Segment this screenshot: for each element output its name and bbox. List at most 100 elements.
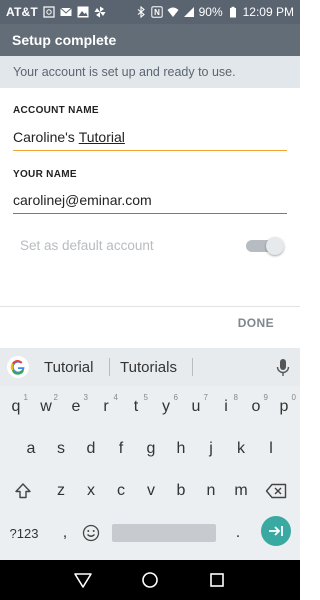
key-u[interactable]: u7 — [181, 392, 211, 422]
bluetooth-icon — [135, 6, 147, 18]
emoji-icon — [82, 524, 100, 542]
battery-percent: 90% — [198, 5, 223, 19]
back-nav-button[interactable] — [72, 569, 94, 591]
key-label: o — [251, 398, 261, 415]
default-account-toggle[interactable] — [244, 235, 286, 255]
mail-icon — [60, 6, 72, 18]
key-hint: 1 — [23, 393, 28, 402]
your-name-input[interactable]: carolinej@eminar.com — [13, 190, 287, 214]
key-b[interactable]: b — [166, 476, 196, 506]
key-f[interactable]: f — [106, 434, 136, 464]
wifi-icon — [167, 6, 179, 18]
banner-text: Your account is set up and ready to use. — [13, 65, 236, 79]
key-hint: 4 — [113, 393, 118, 402]
signal-icon — [183, 6, 195, 18]
key-label: x — [87, 482, 95, 499]
key-label: b — [176, 482, 186, 499]
key-e[interactable]: e3 — [61, 392, 91, 422]
backspace-key[interactable] — [261, 476, 291, 506]
nfc-icon: N — [150, 6, 163, 18]
key-a[interactable]: a — [16, 434, 46, 464]
navigation-bar — [0, 560, 300, 600]
key-label: m — [234, 482, 248, 499]
key-label: j — [209, 440, 213, 457]
key-label: n — [206, 482, 216, 499]
default-account-row[interactable]: Set as default account — [20, 233, 286, 257]
key-r[interactable]: r4 — [91, 392, 121, 422]
page-title: Setup complete — [12, 32, 117, 48]
google-logo-icon[interactable] — [7, 356, 29, 378]
key-c[interactable]: c — [106, 476, 136, 506]
key-j[interactable]: j — [196, 434, 226, 464]
key-label: z — [57, 482, 65, 499]
key-p[interactable]: p0 — [269, 392, 299, 422]
svg-text:N: N — [154, 8, 160, 17]
key-hint: 7 — [203, 393, 208, 402]
emoji-key[interactable] — [76, 518, 106, 548]
key-s[interactable]: s — [46, 434, 76, 464]
account-name-label: ACCOUNT NAME — [13, 105, 99, 116]
key-label: ?123 — [9, 525, 39, 541]
shift-key[interactable] — [8, 476, 38, 506]
key-z[interactable]: z — [46, 476, 76, 506]
key-v[interactable]: v — [136, 476, 166, 506]
key-g[interactable]: g — [136, 434, 166, 464]
key-period[interactable]: . — [223, 518, 253, 548]
key-label: t — [133, 398, 139, 415]
default-account-label: Set as default account — [20, 237, 154, 253]
key-h[interactable]: h — [166, 434, 196, 464]
key-o[interactable]: o9 — [241, 392, 271, 422]
recents-nav-button[interactable] — [206, 569, 228, 591]
battery-icon — [227, 6, 239, 18]
enter-arrow-icon — [268, 524, 284, 538]
done-button[interactable]: DONE — [238, 316, 274, 330]
key-k[interactable]: k — [226, 434, 256, 464]
pinwheel-icon — [94, 6, 106, 18]
suggestion-separator — [192, 358, 193, 376]
key-x[interactable]: x — [76, 476, 106, 506]
key-y[interactable]: y6 — [151, 392, 181, 422]
setup-banner: Your account is set up and ready to use. — [0, 56, 300, 88]
divider — [0, 306, 300, 307]
key-hint: 0 — [291, 393, 296, 402]
home-nav-button[interactable] — [139, 569, 161, 591]
suggestion-2[interactable]: Tutorials — [120, 359, 177, 376]
key-hint: 8 — [233, 393, 238, 402]
key-i[interactable]: i8 — [211, 392, 241, 422]
image-icon — [77, 6, 89, 18]
account-name-input[interactable]: Caroline's Tutorial — [13, 127, 287, 151]
key-label: d — [86, 440, 96, 457]
key-label: y — [162, 398, 170, 415]
key-label: i — [224, 398, 228, 415]
title-bar: Setup complete — [0, 24, 300, 56]
enter-key[interactable] — [261, 516, 291, 546]
suggestion-separator — [109, 358, 110, 376]
key-l[interactable]: l — [256, 434, 286, 464]
account-name-text: Caroline's — [13, 129, 79, 145]
key-label: k — [237, 440, 245, 457]
key-q[interactable]: q1 — [1, 392, 31, 422]
carrier-label: AT&T — [6, 5, 38, 19]
key-n[interactable]: n — [196, 476, 226, 506]
suggestion-1[interactable]: Tutorial — [44, 359, 93, 376]
key-m[interactable]: m — [226, 476, 256, 506]
space-key[interactable] — [112, 524, 216, 542]
key-label: s — [57, 440, 65, 457]
key-t[interactable]: t5 — [121, 392, 151, 422]
key-label: h — [176, 440, 186, 457]
key-label: a — [26, 440, 36, 457]
suggestion-strip: Tutorial Tutorials — [0, 348, 300, 386]
key-d[interactable]: d — [76, 434, 106, 464]
key-hint: 9 — [263, 393, 268, 402]
key-label: , — [62, 524, 68, 541]
key-label: w — [40, 398, 52, 415]
key-w[interactable]: w2 — [31, 392, 61, 422]
key-label: e — [71, 398, 81, 415]
key-label: r — [103, 398, 109, 415]
soft-keyboard: Tutorial Tutorials q1 w2 e3 r4 t5 y6 u7 … — [0, 348, 300, 560]
key-label: g — [146, 440, 156, 457]
symbols-key[interactable]: ?123 — [6, 518, 42, 548]
key-hint: 5 — [143, 393, 148, 402]
key-label: . — [235, 524, 241, 541]
microphone-icon[interactable] — [276, 358, 290, 378]
